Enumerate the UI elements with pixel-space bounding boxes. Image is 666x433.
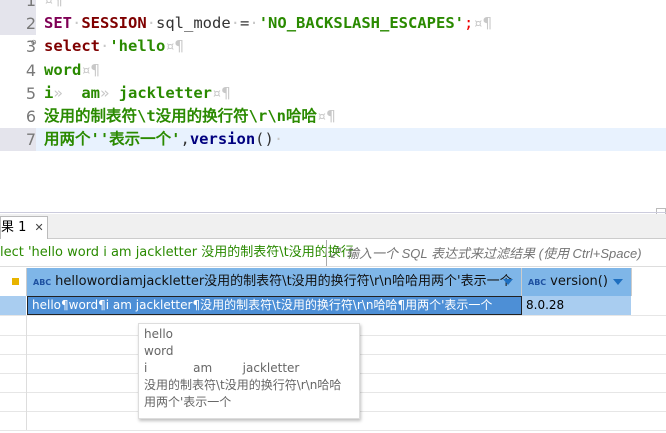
row-header-corner	[0, 268, 27, 296]
expand-icon[interactable]: ⤢	[326, 240, 341, 266]
filter-input[interactable]	[344, 243, 664, 263]
row-number	[0, 354, 27, 373]
cell-value[interactable]: hello¶word¶i am jackletter¶没用的制表符\t没用的换行…	[27, 296, 522, 315]
code-token: ¤¶	[317, 107, 336, 125]
code-line[interactable]: 6 没用的制表符\t没用的换行符\r\n哈哈¤¶	[0, 105, 666, 128]
line-number: 4	[25, 60, 36, 80]
code-text: ¤¶	[44, 0, 63, 12]
line-number: 1	[0, 0, 36, 12]
cell-value[interactable]: 8.0.28	[522, 296, 631, 315]
code-token: »	[100, 83, 119, 102]
code-token: ·	[72, 14, 82, 33]
code-token: jackletter	[118, 83, 213, 102]
code-token: version	[189, 130, 256, 149]
code-line[interactable]: 3 ⊖ select·'hello¤¶	[0, 35, 666, 58]
code-token: ¤¶	[81, 60, 100, 79]
lock-icon	[12, 278, 19, 285]
code-text: word¤¶	[44, 59, 100, 82]
code-text: i» am» jackletter¤¶	[44, 82, 231, 105]
table-row[interactable]: hello¶word¶i am jackletter¶没用的制表符\t没用的换行…	[0, 296, 666, 316]
code-token: SESSION	[81, 14, 147, 33]
code-token: 'NO_BACKSLASH_ESCAPES'	[258, 14, 465, 33]
code-token: =	[240, 14, 250, 33]
code-token: ·	[146, 14, 157, 33]
row-number	[0, 373, 27, 392]
sql-editor[interactable]: 1 ¤¶ 2 SET·SESSION·sql_mode·=·'NO_BACKSLASH…	[0, 0, 666, 212]
code-line[interactable]: 1 ¤¶	[0, 0, 666, 12]
column-label: hellowordiamjackletter没用的制表符\t没用的换行符\r\n…	[55, 274, 513, 289]
code-text: select·'hello¤¶	[44, 35, 184, 58]
row-number	[0, 316, 27, 335]
code-token: 用两个''表示一个'	[44, 130, 181, 149]
line-number: 6	[25, 107, 36, 126]
column-label: version()	[550, 274, 608, 289]
code-token: ·	[273, 130, 284, 149]
filter-bar: lect 'hello word i am jackletter 没用的制表符\…	[0, 240, 666, 267]
code-line[interactable]: 7 用两个''表示一个',version()·	[0, 128, 666, 152]
code-text: SET·SESSION·sql_mode·=·'NO_BACKSLASH_ESC…	[44, 12, 492, 35]
row-number	[0, 392, 27, 411]
code-token: ,	[180, 130, 190, 149]
query-text: lect 'hello word i am jackletter 没用的制表符\…	[0, 245, 354, 260]
tab-result-1[interactable]: 果 1 ✕	[0, 216, 48, 239]
code-token: ·	[249, 14, 259, 33]
column-header-2[interactable]: ABC version()	[522, 268, 632, 296]
column-header-1[interactable]: ABC hellowordiamjackletter没用的制表符\t没用的换行符\…	[27, 268, 522, 296]
sort-dropdown-icon[interactable]	[613, 279, 623, 285]
code-token: 没用的制表符\t没用的换行符\r\n哈哈	[44, 107, 317, 125]
code-token: ()	[255, 130, 274, 149]
row-number	[0, 296, 26, 315]
code-token: sql_mode	[156, 14, 231, 33]
code-line[interactable]: 4 word¤¶	[0, 59, 666, 82]
code-token: ¤¶	[473, 14, 493, 33]
code-token: ·	[230, 14, 241, 33]
divider	[0, 212, 666, 213]
code-token: 'hello	[109, 37, 166, 56]
results-tabbar: 果 1 ✕	[0, 214, 666, 239]
code-token: i	[44, 83, 54, 102]
code-line[interactable]: 2 SET·SESSION·sql_mode·=·'NO_BACKSLASH_ES…	[0, 12, 666, 36]
code-token: ¤¶	[212, 83, 231, 102]
close-icon[interactable]: ✕	[35, 221, 44, 234]
row-number	[0, 411, 27, 430]
code-token: word	[44, 60, 82, 79]
code-token: ¤¶	[44, 0, 63, 9]
string-type-icon: ABC	[528, 278, 547, 287]
row-number	[0, 335, 27, 354]
code-token: ;	[464, 14, 474, 33]
cell-tooltip: hello word i am jackletter 没用的制表符\t没用的换行…	[138, 323, 360, 419]
code-token: »	[53, 83, 82, 102]
line-number: 5	[25, 83, 36, 103]
sort-dropdown-icon[interactable]	[503, 279, 513, 285]
code-token: am	[81, 83, 101, 102]
code-token: select	[44, 37, 100, 56]
code-token: ·	[100, 37, 110, 56]
code-text: 没用的制表符\t没用的换行符\r\n哈哈¤¶	[44, 105, 336, 128]
code-line[interactable]: 5 i» am» jackletter¤¶	[0, 82, 666, 105]
string-type-icon: ABC	[33, 278, 52, 287]
fold-icon[interactable]: ⊖	[31, 32, 36, 55]
code-text: 用两个''表示一个',version()·	[44, 128, 283, 151]
line-number: 7	[0, 128, 36, 152]
code-token: ¤¶	[165, 37, 185, 56]
tab-label: 果 1	[1, 220, 27, 235]
code-token: SET	[44, 14, 72, 33]
